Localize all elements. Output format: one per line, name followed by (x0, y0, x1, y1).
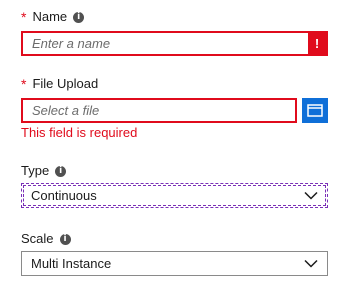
browse-file-button[interactable] (302, 98, 328, 123)
error-flag-icon: ! (308, 33, 326, 54)
chevron-down-icon (304, 259, 318, 268)
info-icon[interactable]: i (55, 165, 67, 177)
scale-select-value: Multi Instance (31, 256, 112, 271)
file-upload-placeholder: Select a file (32, 103, 100, 118)
folder-icon (307, 104, 323, 117)
name-label: * Name i (21, 9, 85, 25)
scale-select[interactable]: Multi Instance (21, 251, 328, 276)
chevron-down-icon (304, 191, 318, 200)
info-icon[interactable]: i (73, 11, 85, 23)
scale-label: Scale i (21, 231, 71, 247)
required-marker: * (21, 9, 27, 25)
name-label-text: Name (32, 9, 68, 24)
file-upload-label-text: File Upload (32, 76, 99, 91)
file-upload-label: * File Upload (21, 76, 98, 92)
form-panel: * Name i Enter a name ! * File Upload Se… (0, 0, 350, 293)
type-label-text: Type (21, 163, 50, 178)
type-select[interactable]: Continuous (21, 183, 328, 208)
required-marker: * (21, 76, 27, 92)
scale-label-text: Scale (21, 231, 54, 246)
type-label: Type i (21, 163, 67, 179)
name-input[interactable]: Enter a name ! (21, 31, 328, 56)
name-input-placeholder: Enter a name (32, 36, 111, 51)
type-select-value: Continuous (31, 188, 97, 203)
file-upload-error: This field is required (21, 125, 138, 140)
file-upload-input[interactable]: Select a file (21, 98, 297, 123)
info-icon[interactable]: i (59, 233, 71, 245)
